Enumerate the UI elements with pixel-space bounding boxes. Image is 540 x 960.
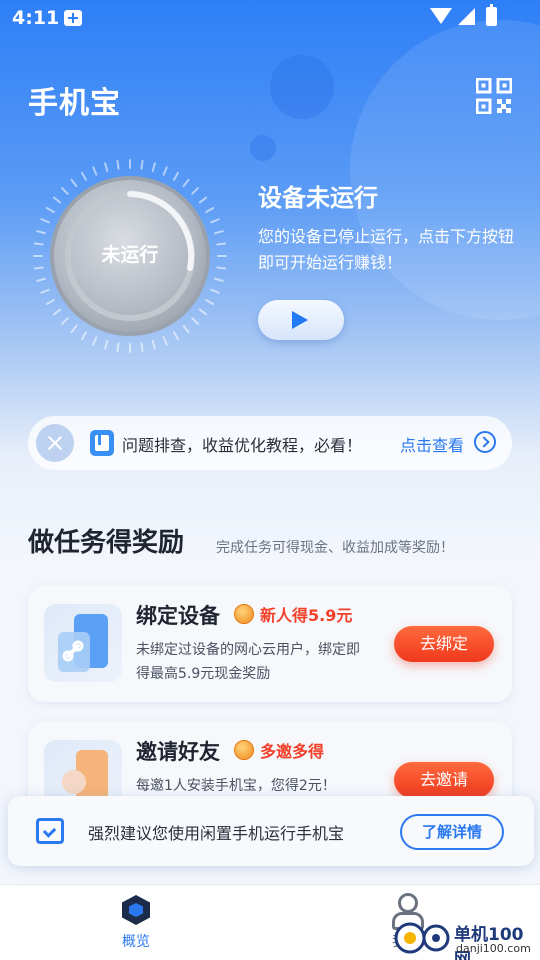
watermark-logo xyxy=(394,922,450,954)
dial-tick xyxy=(173,171,179,181)
status-bar: 4:11 xyxy=(0,0,540,36)
dial-tick xyxy=(116,159,120,170)
view-link[interactable]: 点击查看 xyxy=(400,432,464,456)
wifi-icon xyxy=(430,8,452,24)
banner-text: 强烈建议您使用闲置手机运行手机宝 xyxy=(88,824,345,843)
dial-tick xyxy=(45,207,55,213)
coin-icon xyxy=(234,740,254,760)
run-status-dial: 未运行 xyxy=(30,156,230,356)
bind-device-button[interactable]: 去绑定 xyxy=(394,626,494,662)
dial-tick xyxy=(140,342,144,353)
dial-tick xyxy=(162,166,168,176)
calendar-check-icon xyxy=(36,818,64,844)
dial-tick xyxy=(210,218,220,224)
dial-tick xyxy=(61,187,69,195)
tasks-section-title: 做任务得奖励 xyxy=(28,528,185,558)
dial-tick xyxy=(36,230,46,235)
dial-tick xyxy=(151,162,156,172)
chevron-right-icon[interactable] xyxy=(474,431,496,453)
coin-icon xyxy=(234,604,254,624)
task-card-bind-device: 绑定设备 新人得5.9元 未绑定过设备的网心云用户，绑定即得最高5.9元现金奖励… xyxy=(28,586,512,702)
task-reward: 多邀多得 xyxy=(260,742,325,761)
signal-icon xyxy=(458,8,475,25)
notice-text: 问题排查，收益优化教程，必看！ xyxy=(122,436,363,455)
dial-tick xyxy=(104,340,109,350)
dial-tick xyxy=(52,196,62,204)
dial-tick xyxy=(198,308,208,316)
dial-tick xyxy=(81,331,87,341)
tab-label: 概览 xyxy=(122,934,150,950)
dial-tick xyxy=(191,187,199,195)
close-icon[interactable] xyxy=(36,424,74,462)
watermark: 单机100网 danji100.com xyxy=(392,918,540,960)
play-icon xyxy=(292,311,308,329)
dial-tick xyxy=(52,308,62,316)
dial-tick xyxy=(70,324,78,334)
suggestion-banner: 强烈建议您使用闲置手机运行手机宝 了解详情 xyxy=(8,796,534,866)
task-name: 绑定设备 xyxy=(136,604,220,628)
phone-link-icon xyxy=(44,604,122,682)
dial-tick xyxy=(92,336,98,346)
dial-tick xyxy=(216,266,227,270)
task-reward: 新人得5.9元 xyxy=(260,606,353,625)
dial-tick xyxy=(182,178,190,188)
device-status-description: 您的设备已停止运行，点击下方按钮即可开始运行赚钱！ xyxy=(258,227,515,272)
device-status-title: 设备未运行 xyxy=(258,184,378,212)
dial-tick xyxy=(116,342,120,353)
dial-tick xyxy=(40,288,50,294)
task-name: 邀请好友 xyxy=(136,740,220,764)
dial-tick xyxy=(104,162,109,172)
tasks-section-subtitle: 完成任务可得现金、收益加成等奖励！ xyxy=(216,540,454,556)
app-title: 手机宝 xyxy=(28,86,121,121)
dial-tick xyxy=(205,299,215,305)
decor-bubble xyxy=(250,135,276,161)
dial-tick xyxy=(36,277,46,282)
dial-tick xyxy=(92,166,98,176)
learn-more-button[interactable]: 了解详情 xyxy=(400,814,504,850)
dial-tick xyxy=(140,159,144,170)
dial-tick xyxy=(214,230,224,235)
dial-tick xyxy=(162,336,168,346)
task-description: 未绑定过设备的网心云用户，绑定即得最高5.9元现金奖励 xyxy=(136,642,360,682)
dial-tick xyxy=(182,324,190,334)
dial-tick xyxy=(214,277,224,282)
dial-tick xyxy=(40,218,50,224)
book-icon xyxy=(90,430,114,456)
battery-icon xyxy=(486,4,497,26)
dial-tick xyxy=(198,196,208,204)
dial-tick xyxy=(210,288,220,294)
watermark-url: danji100.com xyxy=(456,942,531,955)
dial-tick xyxy=(173,331,179,341)
tab-overview[interactable]: 概览 xyxy=(66,885,206,960)
dial-tick xyxy=(33,266,44,270)
dial-status-label: 未运行 xyxy=(101,244,159,266)
dial-tick xyxy=(70,178,78,188)
dial-tick xyxy=(45,299,55,305)
tutorial-notice: 问题排查，收益优化教程，必看！ 点击查看 xyxy=(28,416,512,470)
decor-bubble xyxy=(270,55,334,119)
dial-tick xyxy=(151,340,156,350)
dial-tick xyxy=(33,242,44,246)
notification-icon xyxy=(64,10,82,26)
dial-tick xyxy=(61,317,69,325)
dial-tick xyxy=(205,207,215,213)
qr-code-icon[interactable] xyxy=(476,78,512,114)
dial-tick xyxy=(191,317,199,325)
start-button[interactable] xyxy=(258,300,344,340)
invite-button[interactable]: 去邀请 xyxy=(394,762,494,798)
dial-tick xyxy=(216,242,227,246)
status-time: 4:11 xyxy=(12,7,60,29)
task-description: 每邀1人安装手机宝，您得2元！ xyxy=(136,778,336,794)
hexagon-icon xyxy=(122,895,150,925)
dial-tick xyxy=(81,171,87,181)
